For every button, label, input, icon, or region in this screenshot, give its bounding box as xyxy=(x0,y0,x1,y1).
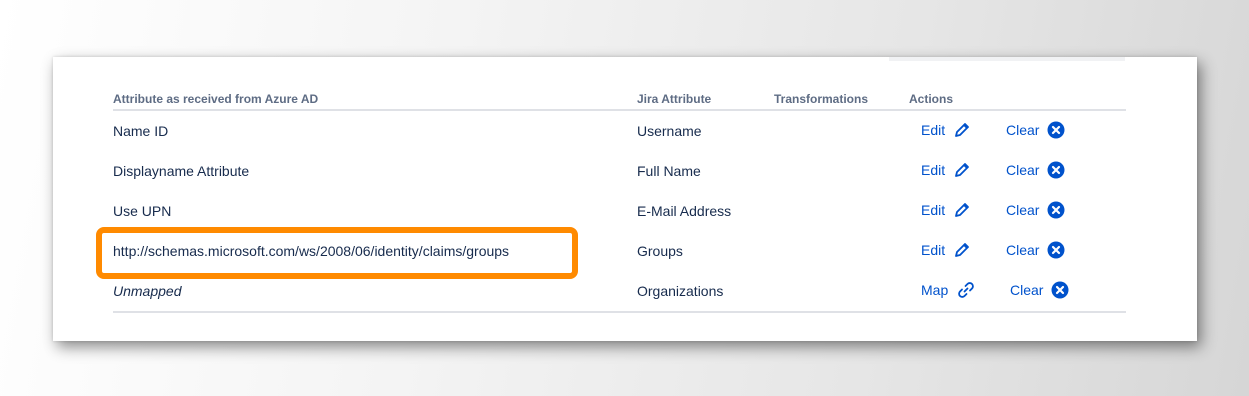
table-row: Unmapped Organizations Map Clear xyxy=(113,271,1126,313)
map-label: Map xyxy=(921,282,949,298)
pencil-icon xyxy=(955,123,970,137)
clear-label: Clear xyxy=(1006,202,1040,218)
clear-button[interactable]: Clear xyxy=(1010,281,1069,299)
edit-label: Edit xyxy=(921,242,946,258)
edit-label: Edit xyxy=(921,162,946,178)
jira-attribute-cell: Groups xyxy=(637,243,683,259)
edit-button[interactable]: Edit xyxy=(921,241,971,259)
close-circle-icon xyxy=(1051,281,1069,299)
clear-button[interactable]: Clear xyxy=(1006,201,1065,219)
clear-label: Clear xyxy=(1006,122,1040,138)
jira-attribute-cell: E-Mail Address xyxy=(637,203,732,219)
attribute-cell: http://schemas.microsoft.com/ws/2008/06/… xyxy=(113,243,510,259)
edit-button[interactable]: Edit xyxy=(921,121,971,139)
jira-attribute-cell: Full Name xyxy=(637,163,701,179)
pencil-icon xyxy=(955,243,970,257)
table-header: Attribute as received from Azure AD Jira… xyxy=(113,83,1126,111)
clear-label: Clear xyxy=(1006,242,1040,258)
jira-attribute-cell: Username xyxy=(637,123,702,139)
close-circle-icon xyxy=(1047,121,1065,139)
map-button[interactable]: Map xyxy=(921,281,976,299)
link-icon xyxy=(958,282,975,298)
close-circle-icon xyxy=(1047,161,1065,179)
edit-label: Edit xyxy=(921,202,946,218)
jira-attribute-cell: Organizations xyxy=(637,283,724,299)
close-circle-icon xyxy=(1047,201,1065,219)
attribute-cell: Use UPN xyxy=(113,203,172,219)
edit-button[interactable]: Edit xyxy=(921,201,971,219)
table-row: Use UPN E-Mail Address Edit Clear xyxy=(113,191,1126,231)
pencil-icon xyxy=(955,163,970,177)
edit-button[interactable]: Edit xyxy=(921,161,971,179)
header-actions: Actions xyxy=(909,92,954,106)
clear-button[interactable]: Clear xyxy=(1006,161,1065,179)
clear-button[interactable]: Clear xyxy=(1006,241,1065,259)
clear-label: Clear xyxy=(1010,282,1044,298)
table-row: http://schemas.microsoft.com/ws/2008/06/… xyxy=(113,231,1126,271)
edit-label: Edit xyxy=(921,122,946,138)
table-row: Displayname Attribute Full Name Edit Cle… xyxy=(113,151,1126,191)
header-attribute: Attribute as received from Azure AD xyxy=(113,92,319,106)
attribute-cell: Name ID xyxy=(113,123,169,139)
table-row: Name ID Username Edit Clear xyxy=(113,111,1126,151)
pencil-icon xyxy=(955,203,970,217)
close-circle-icon xyxy=(1047,241,1065,259)
clear-button[interactable]: Clear xyxy=(1006,121,1065,139)
clear-label: Clear xyxy=(1006,162,1040,178)
attribute-mapping-table: Attribute as received from Azure AD Jira… xyxy=(113,83,1126,313)
top-strip xyxy=(889,57,1125,61)
attribute-cell: Displayname Attribute xyxy=(113,163,250,179)
header-transformations: Transformations xyxy=(774,92,869,106)
attribute-mapping-card: Attribute as received from Azure AD Jira… xyxy=(53,57,1197,341)
header-jira-attribute: Jira Attribute xyxy=(637,92,712,106)
attribute-cell-unmapped: Unmapped xyxy=(113,283,182,299)
